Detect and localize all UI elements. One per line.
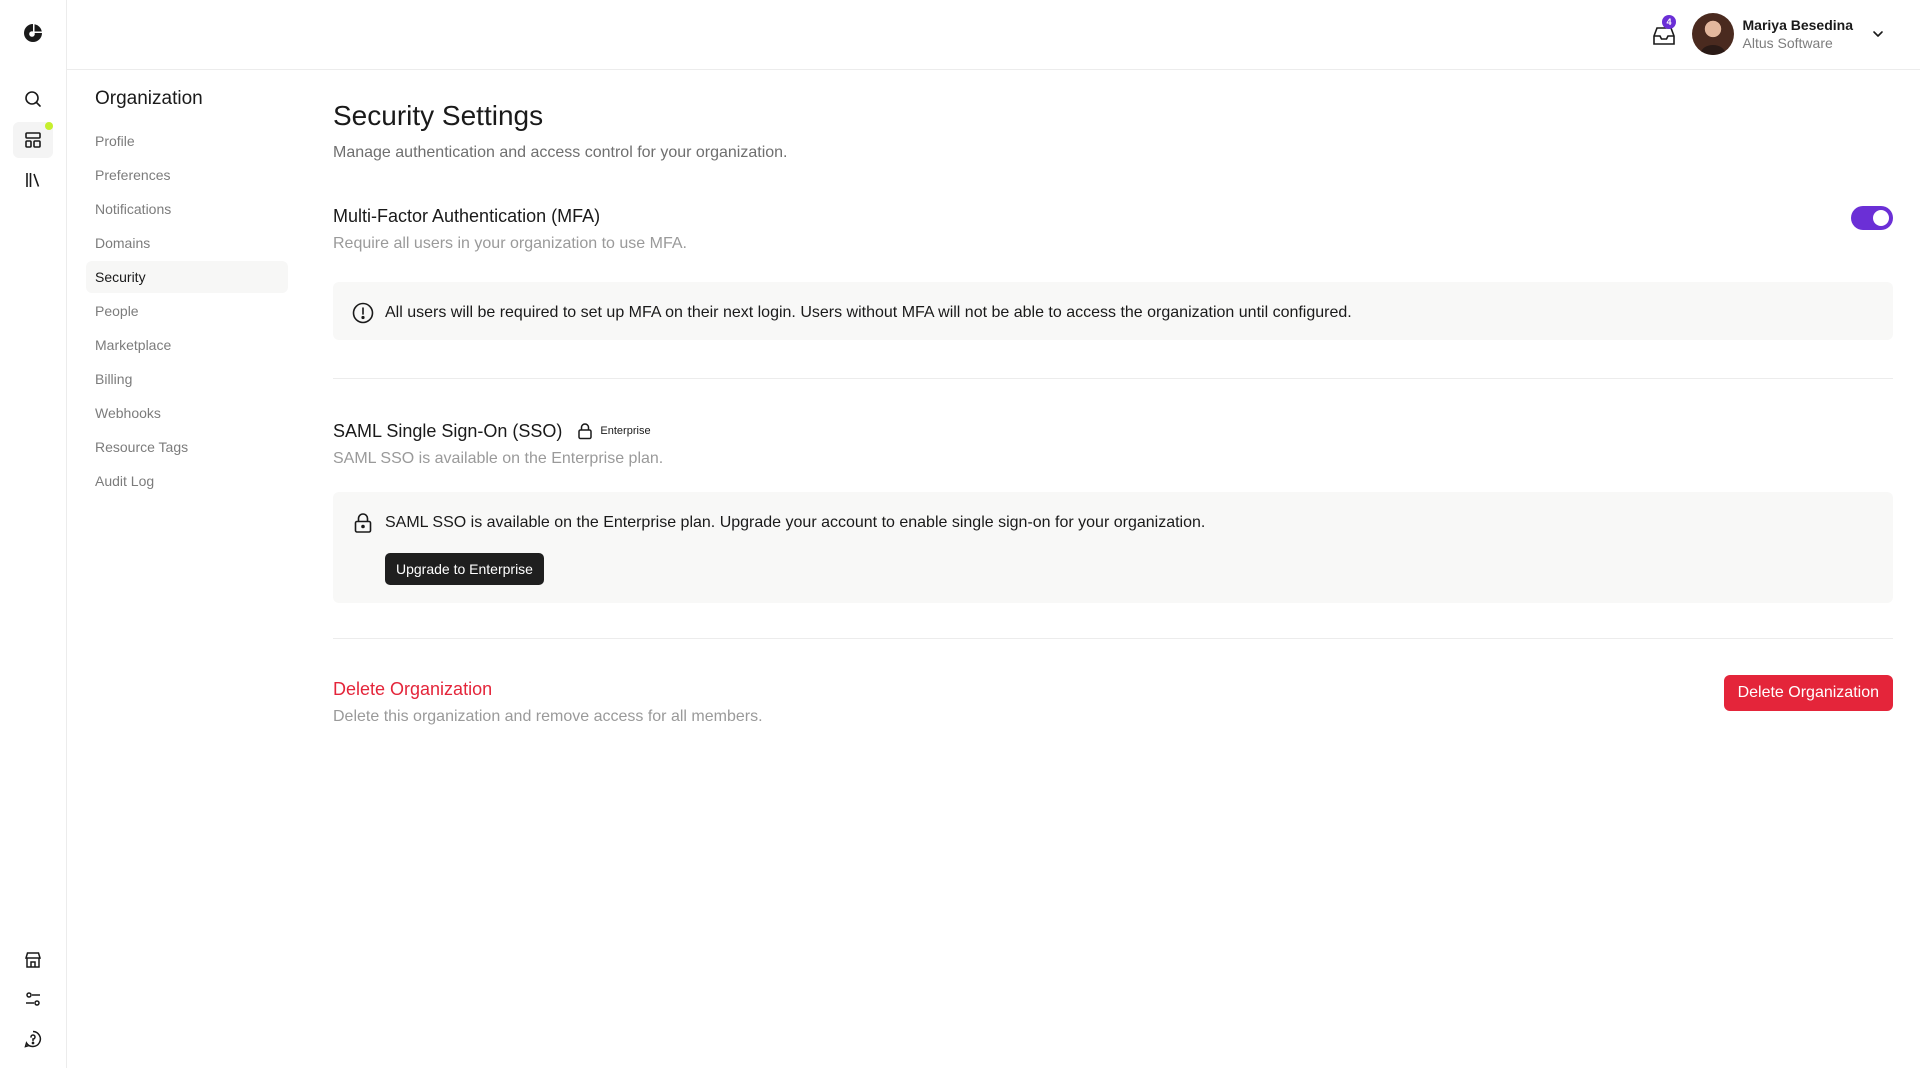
sliders-icon[interactable] <box>21 987 45 1011</box>
lock-icon <box>354 513 372 533</box>
section-divider <box>333 638 1893 639</box>
nav-item-billing[interactable]: Billing <box>86 363 288 395</box>
nav-item-people[interactable]: People <box>86 295 288 327</box>
security-settings-panel: Security Settings Manage authentication … <box>333 98 1893 737</box>
sso-notice: SAML SSO is available on the Enterprise … <box>333 492 1893 603</box>
upgrade-enterprise-button[interactable]: Upgrade to Enterprise <box>385 553 544 585</box>
mfa-section: Multi-Factor Authentication (MFA) Requir… <box>333 204 1893 378</box>
delete-organization-title: Delete Organization <box>333 679 493 699</box>
nav-item-preferences[interactable]: Preferences <box>86 159 288 191</box>
enterprise-badge-label: Enterprise <box>600 425 651 437</box>
top-header: 4 Mariya Besedina Altus Software <box>67 0 1920 70</box>
delete-organization-section: Delete Organization Delete this organiza… <box>333 675 1893 737</box>
nav-item-marketplace[interactable]: Marketplace <box>86 329 288 361</box>
nav-item-resource-tags[interactable]: Resource Tags <box>86 431 288 463</box>
nav-item-notifications[interactable]: Notifications <box>86 193 288 225</box>
mfa-notice-text: All users will be required to set up MFA… <box>385 304 1352 321</box>
alert-circle-icon <box>352 302 374 324</box>
nav-item-audit-log[interactable]: Audit Log <box>86 465 288 497</box>
sso-section: SAML Single Sign-On (SSO) Enterprise SAM… <box>333 419 1893 638</box>
store-icon[interactable] <box>21 948 45 972</box>
lock-icon <box>578 423 593 440</box>
app-logo[interactable] <box>21 21 45 45</box>
user-name: Mariya Besedina <box>1742 17 1854 33</box>
sso-title: SAML Single Sign-On (SSO) <box>333 421 563 441</box>
notification-count-badge: 4 <box>1662 15 1676 29</box>
user-organization: Altus Software <box>1742 35 1833 51</box>
page-title: Security Settings <box>333 100 544 131</box>
nav-item-profile[interactable]: Profile <box>86 125 288 157</box>
mfa-notice: All users will be required to set up MFA… <box>333 282 1893 340</box>
help-icon[interactable] <box>21 1027 45 1051</box>
library-icon[interactable] <box>21 168 45 192</box>
section-divider <box>333 378 1893 379</box>
status-dot <box>45 122 53 130</box>
nav-item-domains[interactable]: Domains <box>86 227 288 259</box>
enterprise-badge: Enterprise <box>576 419 651 443</box>
nav-item-security[interactable]: Security <box>86 261 288 293</box>
settings-nav: Organization Profile Preferences Notific… <box>86 88 288 499</box>
nav-item-webhooks[interactable]: Webhooks <box>86 397 288 429</box>
avatar <box>1691 13 1734 55</box>
page-subtitle: Manage authentication and access control… <box>333 144 788 161</box>
mfa-title: Multi-Factor Authentication (MFA) <box>333 206 601 226</box>
inbox-button[interactable]: 4 <box>1649 15 1679 49</box>
search-icon[interactable] <box>21 87 45 111</box>
mfa-toggle[interactable] <box>1851 206 1893 230</box>
settings-nav-title: Organization <box>95 88 203 109</box>
sso-description: SAML SSO is available on the Enterprise … <box>333 450 664 467</box>
mfa-description: Require all users in your organization t… <box>333 235 687 252</box>
user-menu[interactable]: Mariya Besedina Altus Software <box>1691 12 1886 56</box>
delete-organization-description: Delete this organization and remove acce… <box>333 708 763 725</box>
delete-organization-button[interactable]: Delete Organization <box>1723 675 1893 711</box>
chevron-down-icon <box>1873 31 1883 37</box>
app-rail <box>0 0 67 1068</box>
sso-notice-text: SAML SSO is available on the Enterprise … <box>385 514 1206 531</box>
